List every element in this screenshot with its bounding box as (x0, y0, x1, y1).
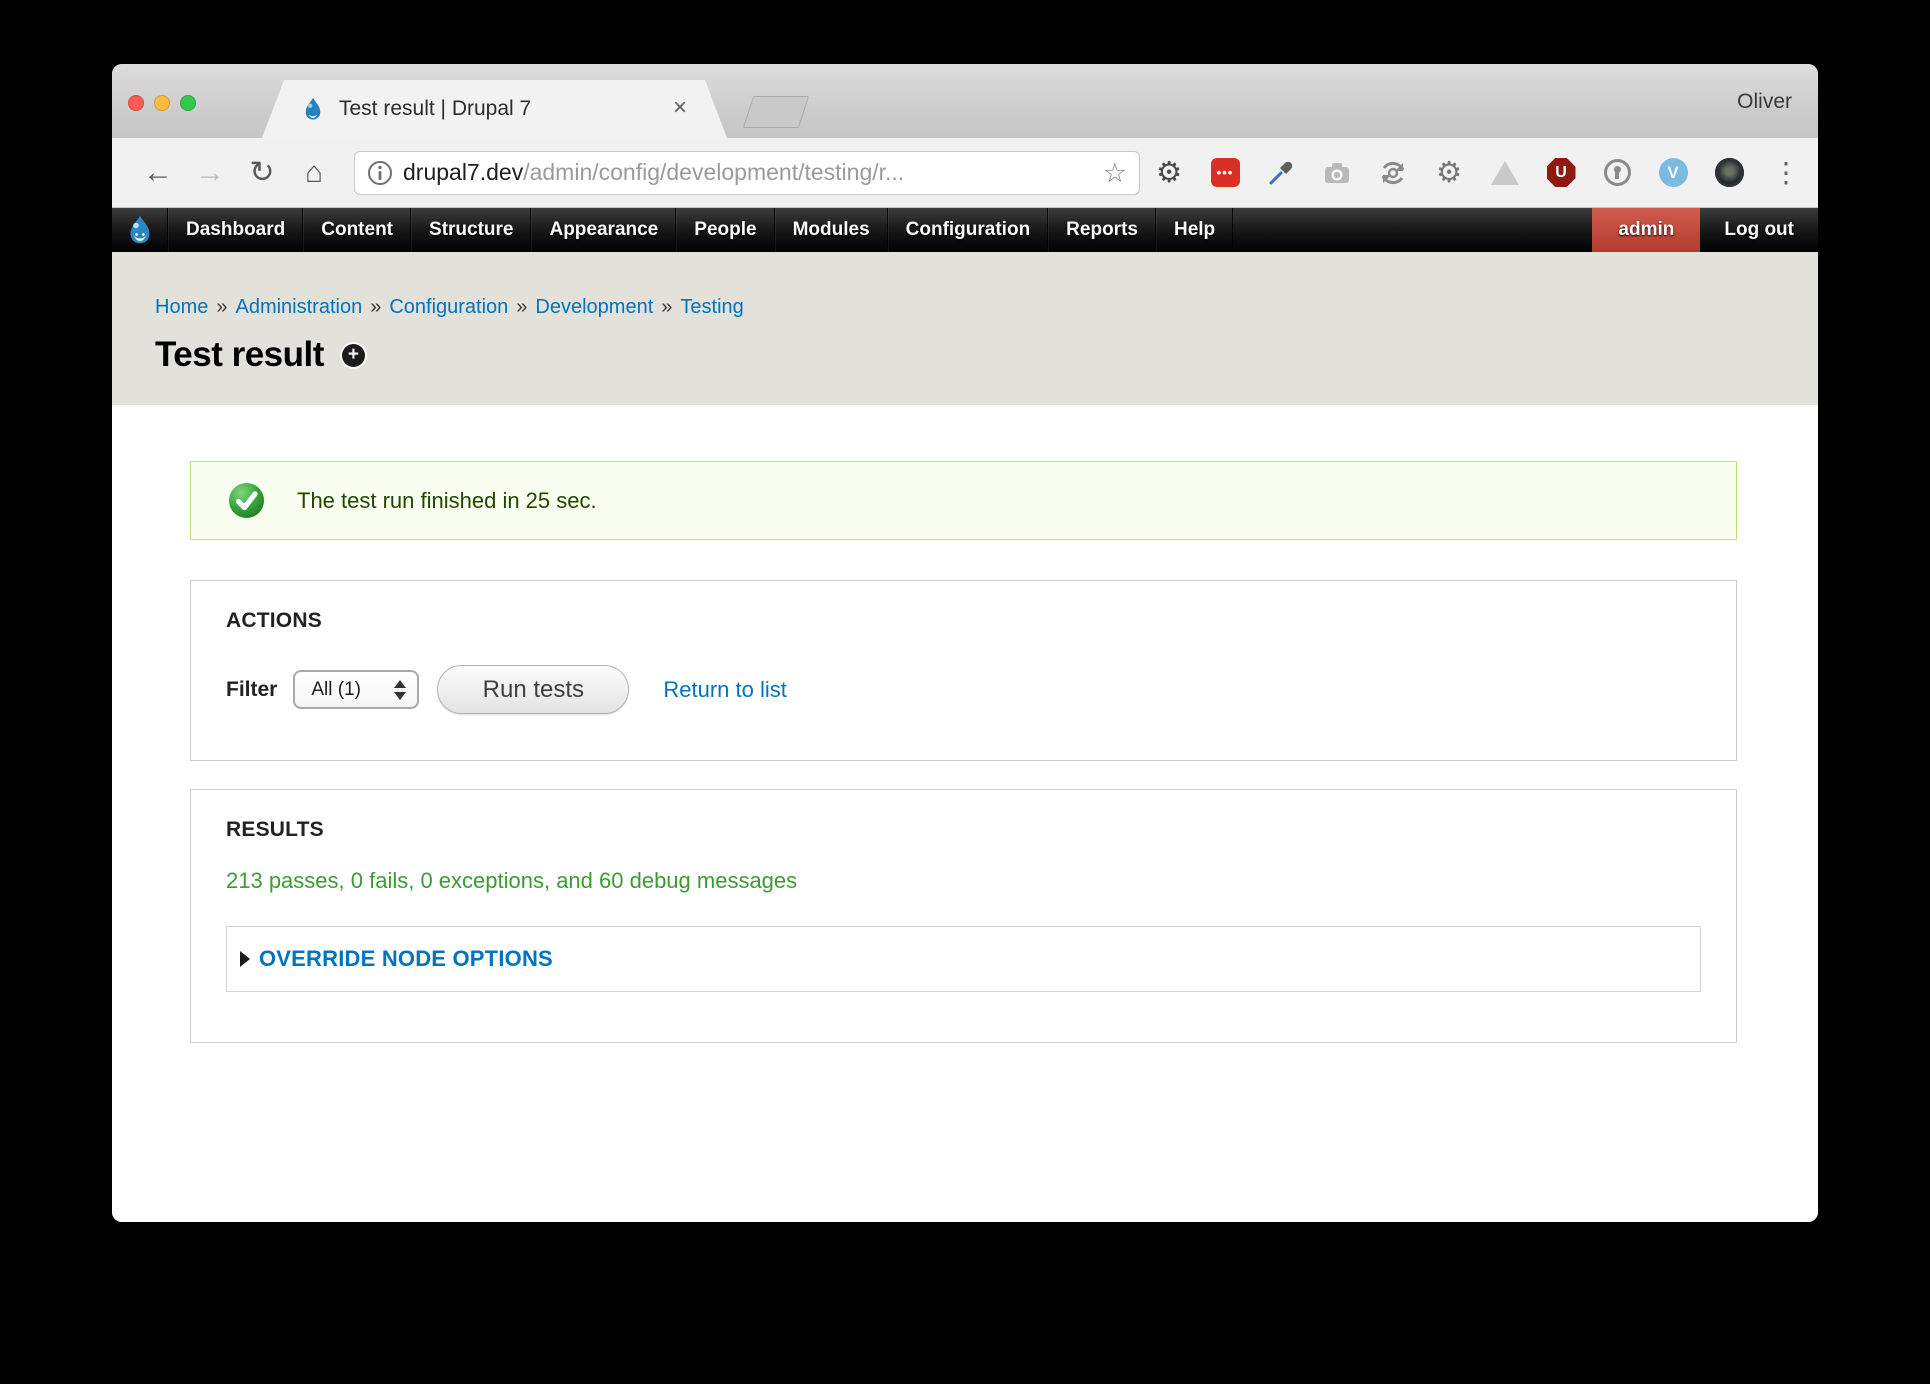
drupal-favicon (300, 96, 326, 122)
toolbar-user-admin[interactable]: admin (1592, 208, 1700, 252)
toolbar-item-modules[interactable]: Modules (775, 208, 888, 252)
browser-navbar: ← → ↻ ⌂ drupal7.dev/admin/config/develop… (112, 138, 1818, 208)
add-shortcut-icon[interactable]: + (342, 344, 365, 367)
toolbar-item-appearance[interactable]: Appearance (531, 208, 676, 252)
vimium-icon[interactable]: V (1658, 158, 1688, 188)
breadcrumb-separator: » (661, 296, 672, 318)
camera-icon[interactable] (1322, 158, 1352, 188)
toolbar-item-configuration[interactable]: Configuration (888, 208, 1049, 252)
extensions-row: ⚙ ••• (1154, 158, 1800, 188)
filter-select-value: All (1) (311, 679, 361, 701)
status-message: The test run finished in 25 sec. (190, 461, 1737, 540)
reload-icon[interactable]: ↻ (236, 158, 288, 188)
traffic-lights (128, 95, 196, 111)
toolbar-item-help[interactable]: Help (1156, 208, 1233, 252)
select-stepper-icon (394, 680, 406, 700)
actions-heading: ACTIONS (226, 609, 1701, 633)
collapsed-arrow-icon (240, 951, 250, 967)
breadcrumb-development[interactable]: Development (535, 296, 653, 318)
eyedropper-icon[interactable] (1266, 158, 1296, 188)
toolbar-logout[interactable]: Log out (1700, 208, 1818, 252)
breadcrumb: Home » Administration » Configuration » Develo… (155, 296, 1818, 319)
url-domain: drupal7.dev (403, 159, 523, 186)
drive-icon[interactable] (1490, 158, 1520, 188)
browser-tab[interactable]: Test result | Drupal 7 × (262, 80, 727, 138)
minimize-window-button[interactable] (154, 95, 170, 111)
return-to-list-link[interactable]: Return to list (663, 677, 787, 703)
home-icon[interactable]: ⌂ (288, 158, 340, 188)
titlebar: Test result | Drupal 7 × Oliver (112, 64, 1818, 138)
override-node-options-fieldset[interactable]: OVERRIDE NODE OPTIONS (226, 926, 1701, 992)
url-path: /admin/config/development/testing/r... (523, 159, 904, 186)
breadcrumb-administration[interactable]: Administration (235, 296, 362, 318)
zoom-window-button[interactable] (180, 95, 196, 111)
profile-name[interactable]: Oliver (1737, 90, 1792, 114)
ublock-icon[interactable]: U (1546, 158, 1576, 188)
tab-close-icon[interactable]: × (673, 94, 687, 122)
page-title: Test result (155, 335, 324, 375)
toolbar-item-reports[interactable]: Reports (1048, 208, 1156, 252)
address-bar[interactable]: drupal7.dev/admin/config/development/tes… (354, 151, 1140, 195)
keyhole-icon[interactable] (1602, 158, 1632, 188)
actions-panel: ACTIONS Filter All (1) Run tests Return … (190, 580, 1737, 761)
status-message-text: The test run finished in 25 sec. (297, 488, 597, 514)
back-icon[interactable]: ← (132, 158, 184, 188)
forward-icon[interactable]: → (184, 158, 236, 188)
breadcrumb-separator: » (516, 296, 527, 318)
toolbar-item-content[interactable]: Content (303, 208, 411, 252)
browser-window: Test result | Drupal 7 × Oliver ← → ↻ ⌂ … (112, 64, 1818, 1222)
lens-icon[interactable] (1714, 158, 1744, 188)
bookmark-star-icon[interactable]: ☆ (1103, 158, 1127, 189)
userscript-gear-icon[interactable]: ⚙ (1434, 158, 1464, 188)
filter-select[interactable]: All (1) (293, 670, 419, 709)
breadcrumb-configuration[interactable]: Configuration (389, 296, 508, 318)
tab-title: Test result | Drupal 7 (339, 97, 531, 121)
override-node-options-link[interactable]: OVERRIDE NODE OPTIONS (259, 946, 553, 972)
page-header: Home » Administration » Configuration » Develo… (112, 252, 1818, 405)
session-refresh-icon[interactable] (1378, 158, 1408, 188)
breadcrumb-home[interactable]: Home (155, 296, 208, 318)
page-content: The test run finished in 25 sec. ACTIONS… (112, 405, 1818, 1222)
toolbar-item-dashboard[interactable]: Dashboard (168, 208, 303, 252)
results-panel: RESULTS 213 passes, 0 fails, 0 exception… (190, 789, 1737, 1043)
close-window-button[interactable] (128, 95, 144, 111)
breadcrumb-separator: » (216, 296, 227, 318)
run-tests-button[interactable]: Run tests (437, 665, 629, 714)
breadcrumb-testing[interactable]: Testing (680, 296, 743, 318)
results-heading: RESULTS (226, 818, 1701, 842)
page-info-icon[interactable] (367, 160, 393, 186)
drupal-logo-icon[interactable] (112, 208, 168, 252)
toolbar-item-people[interactable]: People (676, 208, 774, 252)
browser-menu-icon[interactable]: ⋮ (1770, 158, 1800, 188)
settings-gear-icon[interactable]: ⚙ (1154, 158, 1184, 188)
password-manager-icon[interactable]: ••• (1210, 158, 1240, 188)
filter-label: Filter (226, 678, 277, 702)
toolbar-item-structure[interactable]: Structure (411, 208, 531, 252)
breadcrumb-separator: » (370, 296, 381, 318)
drupal-admin-toolbar: Dashboard Content Structure Appearance P… (112, 208, 1818, 252)
new-tab-button[interactable] (743, 96, 809, 128)
pass-summary: 213 passes, 0 fails, 0 exceptions, and 6… (226, 868, 1701, 894)
success-check-icon (228, 482, 265, 519)
